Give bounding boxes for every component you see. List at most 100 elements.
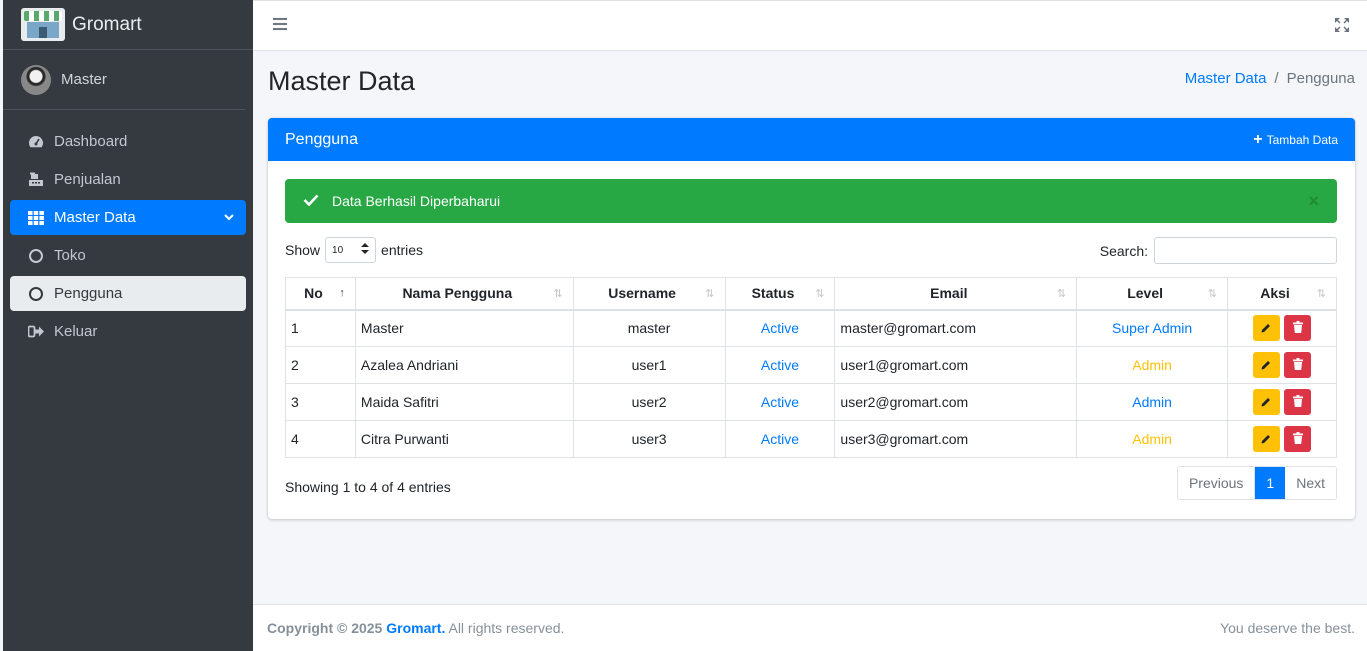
entries-length-value: 10 (332, 244, 344, 256)
column-header-no[interactable]: No ↑ (285, 277, 356, 311)
sort-icon: ⇅ (705, 288, 715, 300)
sidebar-item-keluar[interactable]: Keluar (10, 314, 246, 349)
sidebar-item-label: Master Data (54, 209, 136, 226)
pengguna-card: Pengguna + Tambah Data Data Berhasil Dip… (268, 118, 1355, 519)
cell-no: 3 (285, 383, 356, 421)
footer: Copyright © 2025 Gromart. All rights res… (253, 604, 1367, 651)
column-header-username[interactable]: Username ⇅ (572, 277, 726, 311)
cell-status: Active (724, 383, 836, 421)
circle-icon (27, 248, 45, 264)
column-header-status[interactable]: Status ⇅ (724, 277, 836, 311)
delete-button[interactable] (1284, 352, 1311, 378)
cell-email: user3@gromart.com (834, 420, 1078, 458)
cell-username: master (572, 309, 726, 347)
breadcrumb-master-data-link[interactable]: Master Data (1185, 70, 1267, 87)
pencil-icon (1261, 394, 1272, 410)
table-row: 4 Citra Purwanti user3 Active user3@grom… (285, 420, 1337, 458)
page-1-button[interactable]: 1 (1255, 467, 1286, 499)
cell-no: 4 (285, 420, 356, 458)
sidebar-item-dashboard[interactable]: Dashboard (10, 124, 246, 159)
success-alert: Data Berhasil Diperbaharui × (285, 179, 1337, 223)
cell-name: Azalea Andriani (354, 346, 574, 384)
user-name: Master (61, 71, 107, 88)
user-panel[interactable]: Master (3, 50, 245, 110)
entries-length-select[interactable]: 10 (325, 237, 377, 263)
store-logo-icon (21, 8, 65, 41)
cash-register-icon (27, 172, 45, 188)
users-table: No ↑ Nama Pengguna ⇅ Username ⇅ Status ⇅ Ema… (285, 277, 1337, 458)
edit-button[interactable] (1253, 426, 1280, 452)
cell-actions (1227, 383, 1337, 421)
delete-button[interactable] (1284, 426, 1311, 452)
delete-button[interactable] (1284, 315, 1311, 342)
cell-status: Active (724, 420, 836, 458)
sort-icon: ⇅ (553, 288, 563, 300)
rights-text: All rights reserved. (448, 620, 565, 636)
menu-toggle-icon[interactable] (273, 18, 287, 30)
table-row: 3 Maida Safitri user2 Active user2@groma… (285, 383, 1337, 421)
sort-icon: ⇅ (1316, 288, 1326, 300)
select-arrows-icon (361, 243, 370, 257)
grid-icon (27, 210, 45, 226)
alert-message: Data Berhasil Diperbaharui (332, 193, 501, 209)
tambah-data-button[interactable]: + Tambah Data (1253, 130, 1338, 148)
search-input[interactable] (1154, 237, 1337, 264)
cell-level: Admin (1076, 346, 1229, 384)
footer-tagline: You deserve the best. (1220, 620, 1355, 636)
column-header-aksi[interactable]: Aksi ⇅ (1227, 277, 1337, 311)
column-header-level[interactable]: Level ⇅ (1076, 277, 1229, 311)
brand-link[interactable]: Gromart (3, 0, 253, 50)
cell-actions (1227, 309, 1337, 347)
entries-label: entries (381, 242, 424, 258)
table-header-row: No ↑ Nama Pengguna ⇅ Username ⇅ Status ⇅ Ema… (285, 277, 1337, 311)
cell-username: user1 (572, 346, 726, 384)
fullscreen-expand-icon[interactable] (1335, 18, 1349, 32)
brand-name: Gromart (72, 13, 142, 35)
breadcrumb: Master Data / Pengguna (1185, 70, 1355, 87)
cell-status: Active (724, 346, 836, 384)
next-button[interactable]: Next (1285, 467, 1336, 499)
sidebar-item-toko[interactable]: Toko (10, 238, 246, 273)
footer-brand-link[interactable]: Gromart. (386, 620, 445, 636)
column-header-email[interactable]: Email ⇅ (834, 277, 1078, 311)
trash-icon (1292, 357, 1303, 373)
alert-close-button[interactable]: × (1308, 191, 1319, 212)
sidebar-item-pengguna[interactable]: Pengguna (10, 276, 246, 311)
sidebar-item-penjualan[interactable]: Penjualan (10, 162, 246, 197)
cell-status: Active (724, 309, 836, 347)
entries-length-control: Show 10 entries (285, 237, 423, 263)
trash-icon (1292, 431, 1303, 447)
card-title: Pengguna (285, 130, 358, 148)
table-info: Showing 1 to 4 of 4 entries (285, 479, 451, 495)
edit-button[interactable] (1253, 389, 1280, 415)
delete-button[interactable] (1284, 389, 1311, 415)
sort-icon: ⇅ (815, 288, 825, 300)
trash-icon (1292, 320, 1303, 336)
pencil-icon (1261, 320, 1272, 336)
avatar (21, 64, 51, 95)
cell-username: user2 (572, 383, 726, 421)
previous-button[interactable]: Previous (1178, 467, 1256, 499)
sidebar-item-label: Keluar (54, 323, 98, 340)
sort-icon: ⇅ (1207, 288, 1218, 300)
pencil-icon (1261, 431, 1272, 447)
sidebar-item-label: Toko (54, 247, 86, 264)
card-header: Pengguna + Tambah Data (268, 118, 1355, 161)
edit-button[interactable] (1253, 352, 1280, 378)
edit-button[interactable] (1253, 315, 1280, 342)
trash-icon (1292, 394, 1303, 410)
search-control: Search: (1100, 237, 1337, 264)
plus-icon: + (1253, 130, 1263, 148)
column-header-nama-pengguna[interactable]: Nama Pengguna ⇅ (354, 277, 574, 311)
cell-no: 2 (285, 346, 356, 384)
cell-actions (1227, 420, 1337, 458)
table-row: 2 Azalea Andriani user1 Active user1@gro… (285, 346, 1337, 384)
sidebar-item-master-data[interactable]: Master Data (10, 200, 246, 235)
tambah-data-label: Tambah Data (1266, 132, 1338, 147)
circle-icon (27, 286, 45, 302)
page-title: Master Data (268, 66, 416, 96)
copyright-text: Copyright © 2025 (267, 620, 383, 636)
pencil-icon (1261, 357, 1272, 373)
sidebar-item-label: Penjualan (54, 171, 121, 188)
footer-copyright: Copyright © 2025 Gromart. All rights res… (267, 620, 564, 636)
